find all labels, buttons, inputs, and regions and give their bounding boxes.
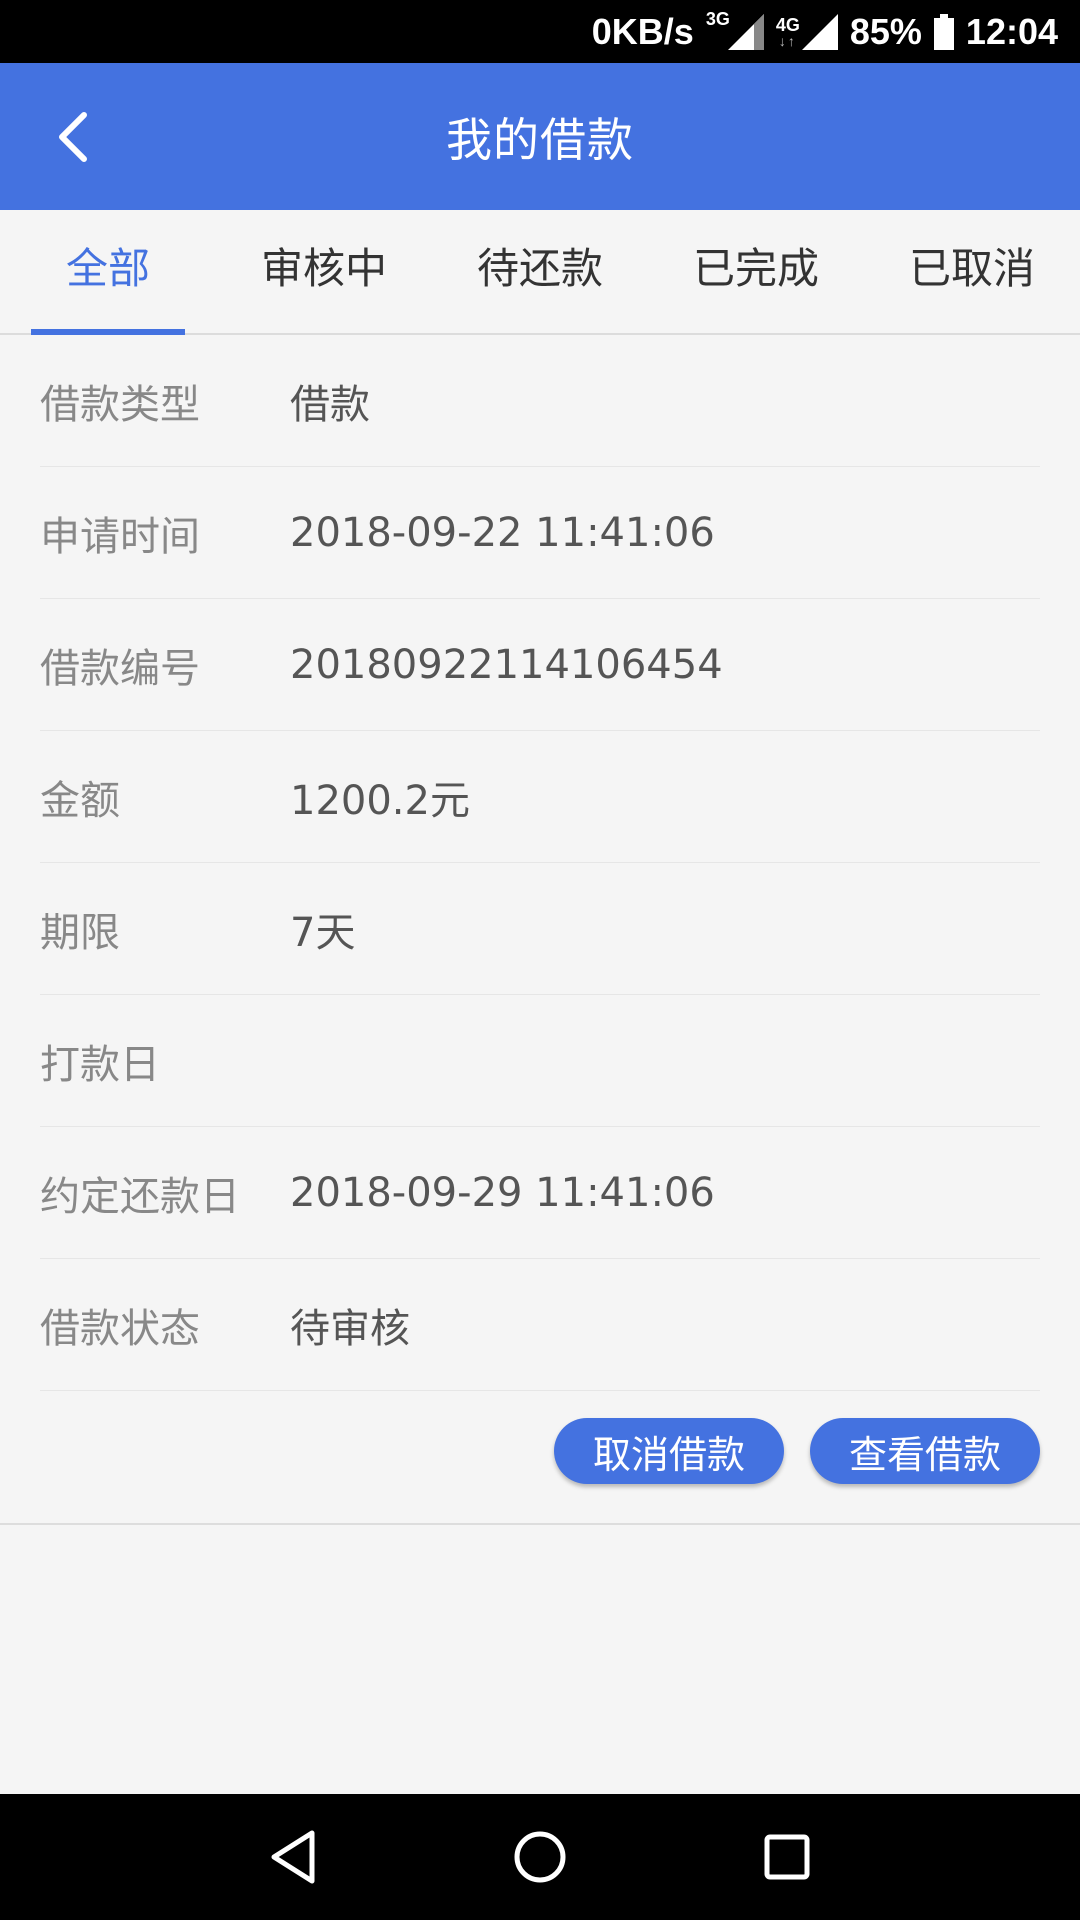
loan-row-term: 期限 7天 <box>40 863 1040 995</box>
row-label: 约定还款日 <box>40 1173 240 1220</box>
tab-completed[interactable]: 已完成 <box>648 210 864 333</box>
loan-row-amount: 金额 1200.2元 <box>40 731 1040 863</box>
signal-icon <box>801 13 838 50</box>
loan-row-due-date: 约定还款日 2018-09-29 11:41:06 <box>40 1127 1040 1259</box>
page-title: 我的借款 <box>446 112 634 167</box>
tab-pending-repayment[interactable]: 待还款 <box>432 210 648 333</box>
square-recents-icon <box>764 1834 810 1880</box>
tab-bar: 全部 审核中 待还款 已完成 已取消 <box>0 210 1080 335</box>
system-nav-bar <box>0 1794 1080 1920</box>
row-label: 期限 <box>40 909 120 956</box>
loan-row-apply-time: 申请时间 2018-09-22 11:41:06 <box>40 467 1040 599</box>
battery-icon <box>933 13 954 50</box>
view-loan-button[interactable]: 查看借款 <box>810 1418 1040 1484</box>
row-label: 金额 <box>40 777 120 824</box>
row-label: 借款类型 <box>40 381 200 428</box>
back-button[interactable] <box>48 107 108 167</box>
nav-back-button[interactable] <box>258 1822 328 1892</box>
status-bar: 0KB/s 3G 4G ↓↑ 85% 12:04 <box>0 0 1080 63</box>
tab-under-review[interactable]: 审核中 <box>216 210 432 333</box>
chevron-left-icon <box>59 112 87 162</box>
circle-home-icon <box>514 1831 566 1883</box>
row-label: 申请时间 <box>40 513 200 560</box>
network-type-3g: 3G <box>705 9 730 29</box>
row-label: 打款日 <box>40 1041 160 1088</box>
loan-card: 借款类型 借款 申请时间 2018-09-22 11:41:06 借款编号 20… <box>0 335 1080 1525</box>
loan-row-status: 借款状态 待审核 <box>40 1259 1040 1391</box>
triangle-back-icon <box>271 1830 315 1884</box>
loan-actions: 取消借款 查看借款 <box>528 1418 1040 1484</box>
row-value: 1200.2元 <box>290 777 470 824</box>
loan-row-type: 借款类型 借款 <box>40 335 1040 467</box>
battery-percent: 85% <box>849 10 922 52</box>
signal-4g: 4G ↓↑ <box>775 13 838 50</box>
tab-cancelled[interactable]: 已取消 <box>864 210 1080 333</box>
row-label: 借款编号 <box>40 645 200 692</box>
row-value: 2018-09-29 11:41:06 <box>290 1169 715 1216</box>
loan-row-number: 借款编号 20180922114106454 <box>40 599 1040 731</box>
data-arrows-icon: ↓↑ <box>778 32 797 49</box>
nav-home-button[interactable] <box>505 1822 575 1892</box>
row-value: 2018-09-22 11:41:06 <box>290 509 715 556</box>
signal-icon <box>727 13 764 50</box>
cancel-loan-button[interactable]: 取消借款 <box>554 1418 784 1484</box>
clock: 12:04 <box>965 10 1058 52</box>
row-value: 20180922114106454 <box>290 641 723 688</box>
network-speed: 0KB/s <box>591 10 694 52</box>
row-value: 7天 <box>290 909 356 956</box>
network-type-4g: 4G <box>775 14 800 35</box>
nav-recents-button[interactable] <box>752 1822 822 1892</box>
loan-row-payout-date: 打款日 <box>40 995 1040 1127</box>
row-label: 借款状态 <box>40 1305 200 1352</box>
tab-all[interactable]: 全部 <box>0 210 216 335</box>
row-value: 借款 <box>290 381 370 428</box>
app-header: 我的借款 <box>0 63 1080 210</box>
signal-3g: 3G <box>706 9 764 50</box>
status-value: 待审核 <box>290 1305 410 1352</box>
